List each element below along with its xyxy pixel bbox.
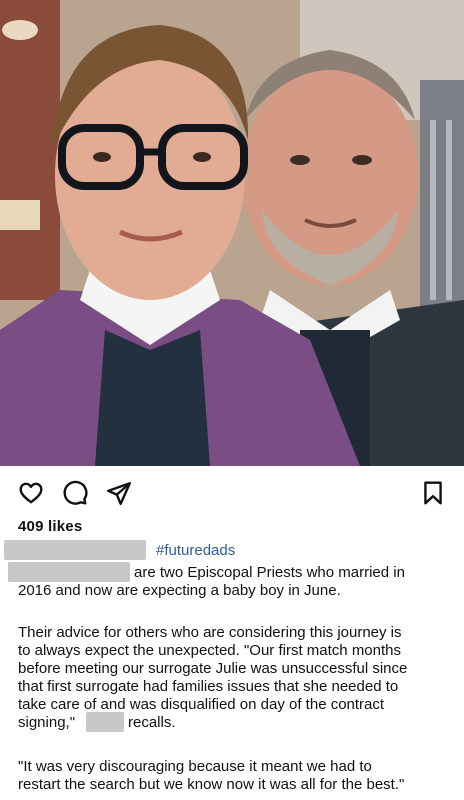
caption-line: Their advice for others who are consider… [18,624,402,641]
post-photo[interactable] [0,0,464,466]
share-icon[interactable] [106,480,132,506]
caption-text: are two Episcopal Priests who married in [134,564,405,581]
caption-line: before meeting our surrogate Julie was u… [18,660,408,677]
post-action-bar [0,476,464,508]
caption-line: "It was very discouraging because it mea… [18,758,372,775]
comment-icon[interactable] [62,480,88,506]
like-count[interactable]: 409 likes [18,518,82,535]
redacted-name [8,562,130,582]
redacted-username [4,540,146,560]
caption-paragraph: "It was very discouraging because it mea… [18,758,458,794]
caption-paragraph: Their advice for others who are consider… [18,624,458,714]
bookmark-icon[interactable] [420,480,446,506]
post-photo-illustration [0,0,464,466]
caption-line: take care of and was disqualified on day… [18,696,385,713]
redacted-name [86,712,124,732]
caption-text: 2016 and now are expecting a baby boy in… [18,582,341,599]
hashtag-link[interactable]: #futuredads [156,542,235,560]
heart-icon[interactable] [18,480,44,506]
caption-line: that first surrogate had families issues… [18,678,399,695]
caption-line: restart the search but we know now it wa… [18,776,405,793]
caption-text: recalls. [128,714,176,731]
caption-line: to always expect the unexpected. "Our fi… [18,642,402,659]
caption-text: signing," [18,714,76,731]
